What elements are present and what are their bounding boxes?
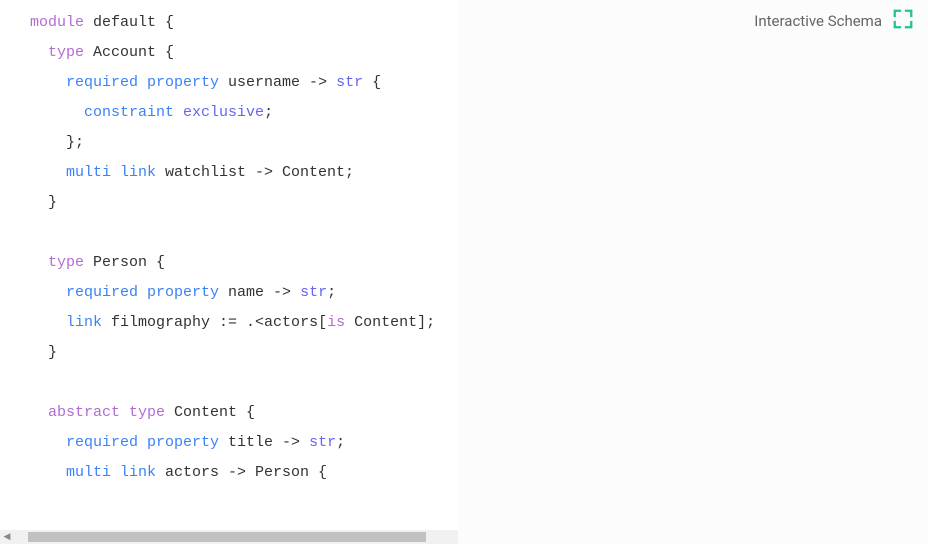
kw-module: module <box>30 14 84 31</box>
relationship-wires <box>458 0 928 544</box>
code-editor[interactable]: module default { type Account { required… <box>0 0 458 530</box>
scroll-thumb[interactable] <box>28 532 426 542</box>
scroll-left-arrow-icon[interactable]: ◀ <box>0 530 14 544</box>
expand-icon[interactable] <box>892 8 914 34</box>
horizontal-scrollbar[interactable]: ◀ <box>0 530 458 544</box>
kw-type: type <box>48 44 84 61</box>
schema-diagram-pane[interactable]: Interactive Schema Content iduu <box>458 0 928 544</box>
diagram-title: Interactive Schema <box>754 12 882 30</box>
code-editor-pane: module default { type Account { required… <box>0 0 458 544</box>
